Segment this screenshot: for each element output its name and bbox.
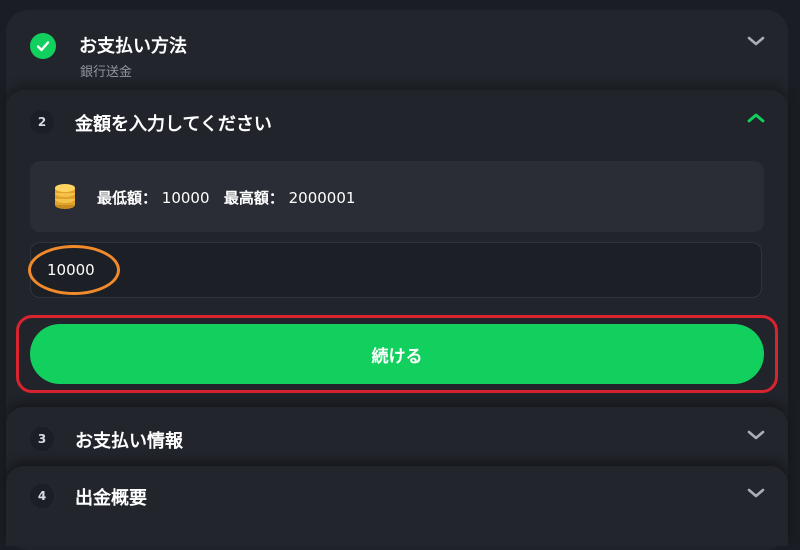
amount-input[interactable] xyxy=(30,242,762,298)
chevron-down-icon[interactable] xyxy=(746,486,766,500)
max-amount-label: 最高額： xyxy=(223,189,284,207)
check-circle-icon xyxy=(30,33,56,59)
step-number: 4 xyxy=(30,484,54,508)
max-amount-value: 2000001 xyxy=(288,189,356,207)
amount-limits: 最低額： 10000 最高額： 2000001 xyxy=(30,161,764,232)
chevron-down-icon[interactable] xyxy=(746,34,766,48)
step-amount: 2 金額を入力してください 最低額： 10000 最高額： 2000001 続け… xyxy=(6,90,788,405)
step-title: 出金概要 xyxy=(75,488,147,509)
input-highlight-annotation xyxy=(28,245,120,295)
step-title: お支払い情報 xyxy=(75,431,183,452)
chevron-up-icon[interactable] xyxy=(746,111,766,125)
min-amount-label: 最低額： xyxy=(97,189,158,207)
chevron-down-icon[interactable] xyxy=(746,428,766,442)
step-subtitle: 銀行送金 xyxy=(80,65,133,80)
step-title: お支払い方法 xyxy=(79,36,187,57)
coins-icon xyxy=(55,184,75,209)
limits-text: 最低額： 10000 最高額： 2000001 xyxy=(97,187,355,208)
step-title: 金額を入力してください xyxy=(75,114,272,135)
step-payment-method[interactable]: お支払い方法 銀行送金 xyxy=(6,10,788,90)
step-number: 3 xyxy=(30,427,54,451)
step-withdrawal-summary[interactable]: 4 出金概要 xyxy=(6,466,788,546)
continue-button[interactable]: 続ける xyxy=(30,324,764,384)
step-payment-info[interactable]: 3 お支払い情報 xyxy=(6,407,788,469)
step-number: 2 xyxy=(30,110,54,134)
min-amount-value: 10000 xyxy=(161,189,210,207)
